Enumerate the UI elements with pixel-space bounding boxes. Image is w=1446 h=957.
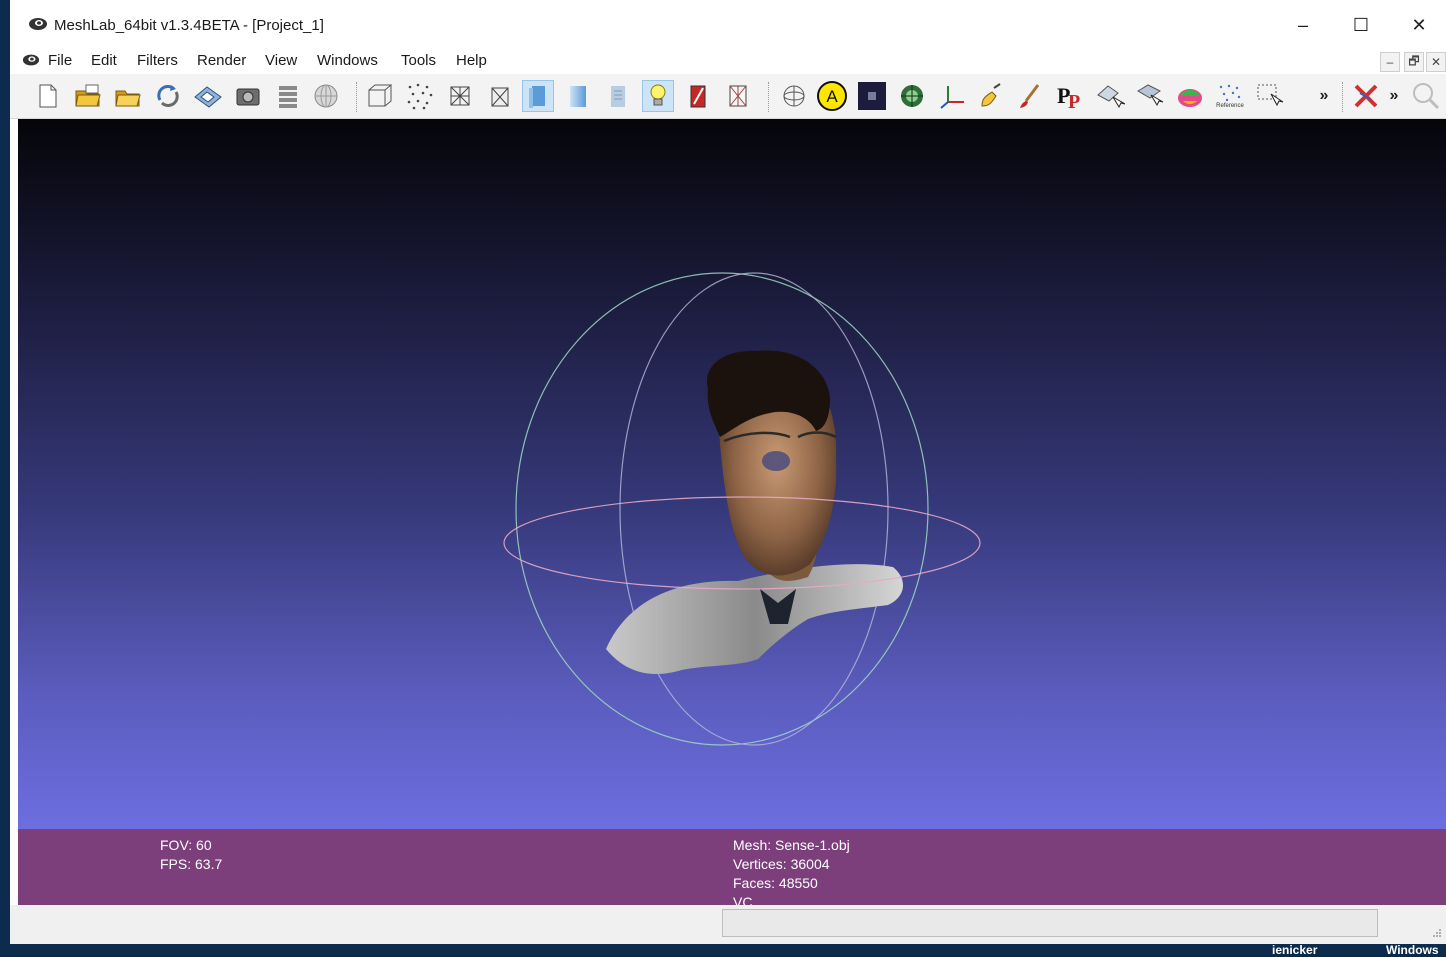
trackball-ring-vertical: [515, 272, 929, 746]
toolbar-separator: [768, 82, 770, 112]
smooth-shading-icon[interactable]: [562, 80, 594, 112]
open-mesh-icon[interactable]: [112, 80, 144, 112]
reload-icon[interactable]: [152, 80, 184, 112]
desktop-edge: [0, 0, 10, 954]
menu-windows[interactable]: Windows: [317, 52, 378, 69]
zoom-icon[interactable]: [1410, 80, 1442, 112]
toolbar-overflow-button[interactable]: »: [1310, 80, 1338, 112]
menu-help[interactable]: Help: [456, 52, 487, 69]
toolbar-overflow-button-2[interactable]: »: [1382, 80, 1406, 112]
minimize-button[interactable]: –: [1280, 8, 1326, 42]
meshlab-window: MeshLab_64bit v1.3.4BETA - [Project_1] –…: [10, 0, 1446, 944]
back-face-icon[interactable]: [682, 80, 714, 112]
mdi-document-icon[interactable]: [22, 53, 40, 67]
save-icon[interactable]: [192, 80, 224, 112]
open-project-icon[interactable]: [72, 80, 104, 112]
select-faces-icon[interactable]: [1134, 80, 1166, 112]
menu-render[interactable]: Render: [197, 52, 246, 69]
toolbar-separator: [1342, 82, 1344, 112]
maximize-button[interactable]: ☐: [1338, 8, 1384, 42]
meshlab-logo-icon: [29, 18, 47, 30]
rasterize-icon[interactable]: [896, 80, 928, 112]
window-title: MeshLab_64bit v1.3.4BETA - [Project_1]: [54, 17, 324, 34]
brush-icon[interactable]: [1014, 80, 1046, 112]
bbox-icon[interactable]: [364, 80, 396, 112]
reference-label: Reference: [1216, 102, 1244, 109]
mdi-minimize-button[interactable]: –: [1380, 52, 1400, 72]
svg-text:P: P: [1068, 91, 1080, 111]
taskbar: [0, 944, 1446, 954]
resize-grip-icon[interactable]: [1432, 928, 1442, 938]
vc-label: VC: [733, 894, 753, 905]
selected-faces-icon[interactable]: [722, 80, 754, 112]
flat-shading-icon[interactable]: [522, 80, 554, 112]
close-button[interactable]: ✕: [1396, 8, 1442, 42]
mdi-restore-button[interactable]: 🗗: [1404, 52, 1424, 72]
taskbar-text-left: ienicker: [1272, 943, 1318, 957]
paint-icon[interactable]: [974, 80, 1006, 112]
menu-tools[interactable]: Tools: [401, 52, 436, 69]
globe-icon[interactable]: [310, 80, 342, 112]
new-project-icon[interactable]: [32, 80, 64, 112]
vertices-label: Vertices: 36004: [733, 856, 830, 872]
fov-label: FOV: 60: [160, 837, 212, 853]
texture-icon[interactable]: [602, 80, 634, 112]
svg-text:A: A: [826, 87, 838, 106]
info-overlay: FOV: 60 FPS: 63.7 Mesh: Sense-1.obj Vert…: [18, 829, 1446, 905]
menu-file[interactable]: File: [48, 52, 72, 69]
mesh-hole: [762, 451, 790, 471]
axes-icon[interactable]: [936, 80, 968, 112]
mesh-name-label: Mesh: Sense-1.obj: [733, 837, 850, 853]
fps-label: FPS: 63.7: [160, 856, 223, 872]
menu-filters[interactable]: Filters: [137, 52, 178, 69]
snapshot-icon[interactable]: [232, 80, 264, 112]
3d-viewport[interactable]: [18, 119, 1446, 829]
annotation-icon[interactable]: A: [816, 80, 848, 112]
points-icon[interactable]: [404, 80, 436, 112]
light-icon[interactable]: [642, 80, 674, 112]
toolbar-separator: [356, 82, 358, 112]
menu-view[interactable]: View: [265, 52, 297, 69]
dark-square-icon[interactable]: [856, 80, 888, 112]
delete-icon[interactable]: [1350, 80, 1382, 112]
taskbar-text-right: Windows: [1386, 943, 1439, 957]
mdi-close-button[interactable]: ✕: [1426, 52, 1446, 72]
select-vertices-icon[interactable]: [1094, 80, 1126, 112]
trackball-icon[interactable]: [778, 80, 810, 112]
color-mesh-icon[interactable]: [1174, 80, 1206, 112]
mesh-scene: [503, 272, 981, 746]
faces-label: Faces: 48550: [733, 875, 818, 891]
progress-bar: [722, 909, 1378, 937]
wireframe-icon[interactable]: [444, 80, 476, 112]
pp-icon[interactable]: PP: [1054, 80, 1086, 112]
reference-icon[interactable]: Reference: [1214, 80, 1246, 112]
select-region-icon[interactable]: [1254, 80, 1286, 112]
hidden-lines-icon[interactable]: [484, 80, 516, 112]
layers-icon[interactable]: [272, 80, 304, 112]
menu-edit[interactable]: Edit: [91, 52, 117, 69]
